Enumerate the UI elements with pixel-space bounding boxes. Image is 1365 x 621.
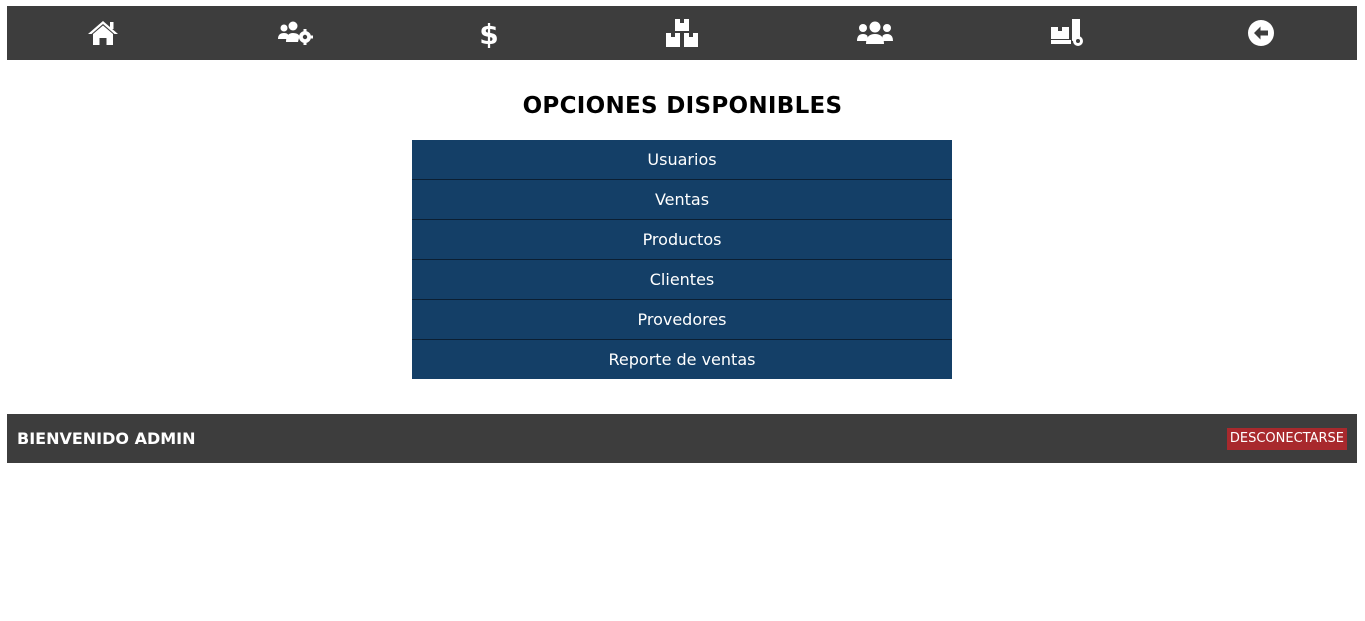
page-title: OPCIONES DISPONIBLES (522, 93, 843, 119)
options-menu: Usuarios Ventas Productos Clientes Prove… (412, 140, 952, 379)
option-productos[interactable]: Productos (412, 220, 952, 260)
svg-text:$: $ (480, 18, 498, 48)
welcome-text: BIENVENIDO ADMIN (17, 429, 196, 448)
top-navigation-bar: $ (7, 6, 1357, 60)
logout-button[interactable]: DESCONECTARSE (1226, 428, 1347, 450)
boxes-icon (666, 19, 698, 47)
footer-bar: BIENVENIDO ADMIN DESCONECTARSE (7, 414, 1357, 463)
nav-home[interactable] (7, 6, 200, 60)
option-clientes[interactable]: Clientes (412, 260, 952, 300)
option-reporte-de-ventas[interactable]: Reporte de ventas (412, 340, 952, 379)
option-usuarios[interactable]: Usuarios (412, 140, 952, 180)
nav-sales[interactable]: $ (393, 6, 586, 60)
arrow-circle-left-icon (1247, 20, 1274, 46)
nav-user-management[interactable] (200, 6, 393, 60)
home-icon (88, 21, 119, 45)
users-icon (856, 21, 893, 44)
nav-providers[interactable] (971, 6, 1164, 60)
dolly-icon (1050, 19, 1083, 46)
option-ventas[interactable]: Ventas (412, 180, 952, 220)
users-gear-icon (278, 21, 314, 45)
dollar-icon: $ (480, 18, 498, 48)
nav-back[interactable] (1164, 6, 1357, 60)
option-provedores[interactable]: Provedores (412, 300, 952, 340)
nav-clients[interactable] (778, 6, 971, 60)
nav-products[interactable] (586, 6, 779, 60)
